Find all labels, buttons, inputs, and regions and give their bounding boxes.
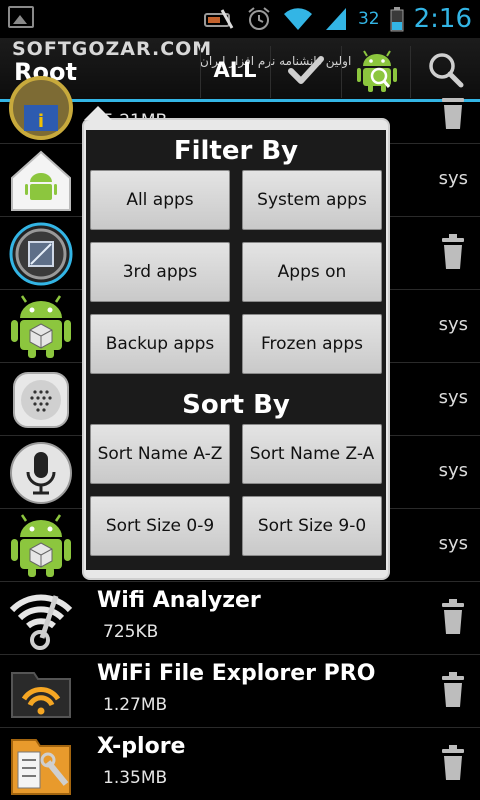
xplore-icon	[11, 739, 71, 795]
android-package-icon	[11, 514, 71, 577]
android-package-icon	[11, 295, 71, 358]
popup-arrow	[84, 106, 112, 120]
filter-heading: Filter By	[173, 136, 299, 166]
wifi-icon	[283, 8, 312, 30]
app-manager-icon	[9, 222, 73, 286]
clock: 2:16	[413, 4, 472, 34]
android-home-icon	[11, 150, 71, 211]
microphone-icon	[10, 442, 72, 504]
watermark: SOFTGOZAR.COM	[12, 38, 213, 60]
app-size: 1.27MB	[103, 695, 168, 715]
system-badge: sys	[438, 314, 468, 335]
filter-all-apps-button[interactable]: All apps	[90, 170, 230, 230]
sort-size-desc-button[interactable]: Sort Size 9-0	[242, 496, 382, 556]
battery-icon	[390, 7, 404, 32]
app-info-icon: i	[9, 76, 73, 140]
speaker-grill-icon	[13, 372, 69, 428]
app-name: X-plore	[97, 734, 186, 759]
battery-saver-icon	[203, 9, 234, 29]
signal-icon	[325, 8, 346, 30]
trash-icon[interactable]	[440, 671, 466, 709]
svg-text:i: i	[38, 111, 44, 132]
list-item[interactable]: Wifi Analyzer 725KB	[0, 582, 480, 655]
sort-heading: Sort By	[182, 390, 290, 420]
status-bar: 32 2:16	[0, 0, 480, 38]
wifi-analyzer-icon	[9, 594, 73, 650]
filter-apps-on-button[interactable]: Apps on	[242, 242, 382, 302]
status-icons: 32 2:16	[202, 2, 472, 36]
list-item[interactable]: WiFi File Explorer PRO 1.27MB	[0, 655, 480, 728]
trash-icon[interactable]	[440, 233, 466, 271]
filter-3rd-apps-button[interactable]: 3rd apps	[90, 242, 230, 302]
filter-frozen-apps-button[interactable]: Frozen apps	[242, 314, 382, 374]
trash-icon[interactable]	[440, 598, 466, 636]
filter-backup-apps-button[interactable]: Backup apps	[90, 314, 230, 374]
system-badge: sys	[438, 387, 468, 408]
gallery-icon	[8, 6, 34, 28]
list-item[interactable]: X-plore 1.35MB	[0, 728, 480, 800]
app-name: Wifi Analyzer	[97, 588, 261, 613]
app-size: 725KB	[103, 622, 159, 642]
system-badge: sys	[438, 533, 468, 554]
sort-name-asc-button[interactable]: Sort Name A-Z	[90, 424, 230, 484]
sort-name-desc-button[interactable]: Sort Name Z-A	[242, 424, 382, 484]
wifi-folder-icon	[11, 672, 71, 718]
trash-icon[interactable]	[440, 93, 466, 131]
trash-icon[interactable]	[440, 744, 466, 782]
popup-content: Filter By All apps System apps 3rd apps …	[86, 130, 386, 570]
battery-percent: 32	[357, 9, 380, 29]
system-badge: sys	[438, 168, 468, 189]
filter-system-apps-button[interactable]: System apps	[242, 170, 382, 230]
app-size: 1.35MB	[103, 768, 168, 788]
system-badge: sys	[438, 460, 468, 481]
app-name: WiFi File Explorer PRO	[97, 661, 376, 686]
alarm-icon	[248, 7, 270, 30]
sort-size-asc-button[interactable]: Sort Size 0-9	[90, 496, 230, 556]
